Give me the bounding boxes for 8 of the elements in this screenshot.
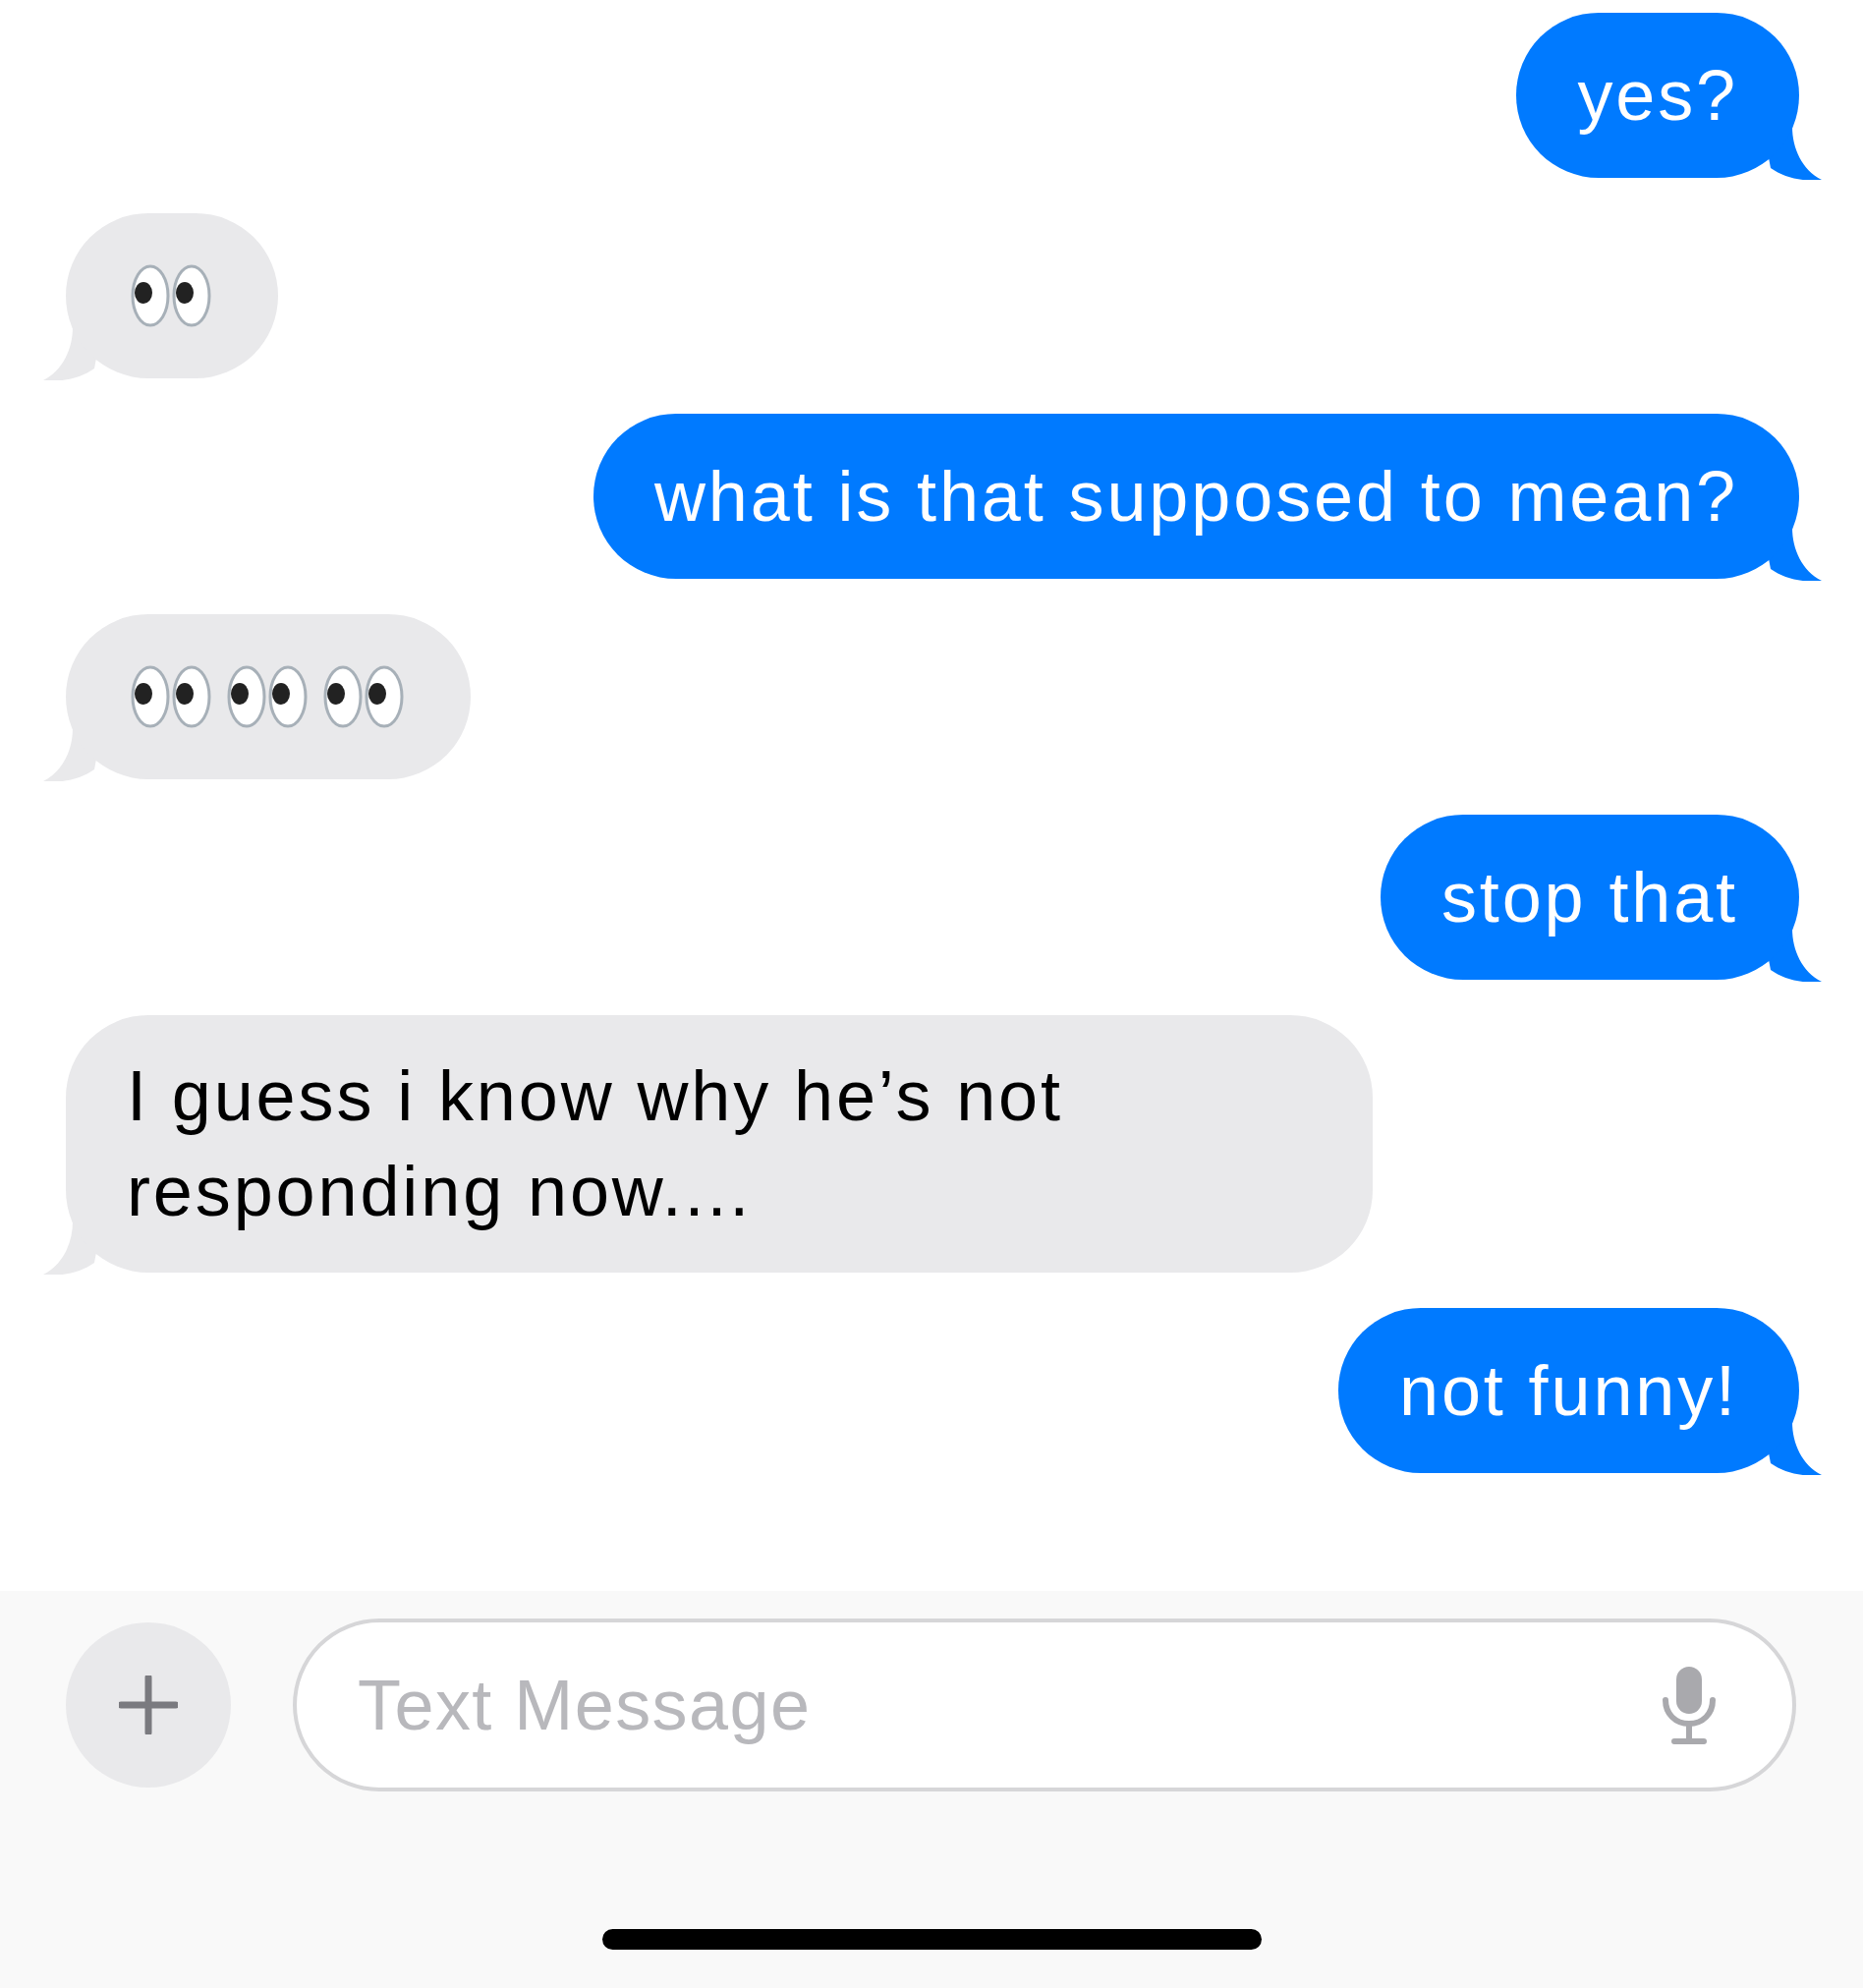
message-field[interactable]: Text Message [293,1619,1796,1791]
message-bubble: I guess i know why he’s not responding now.... [66,1015,1373,1273]
message-bubble: what is that supposed to mean? [593,414,1799,579]
message-bubble: yes? [1516,13,1799,178]
microphone-icon[interactable] [1661,1665,1718,1745]
message-bubble: not funny! [1337,1308,1799,1473]
plus-icon [119,1676,178,1734]
message-bubble: stop that [1380,815,1799,980]
